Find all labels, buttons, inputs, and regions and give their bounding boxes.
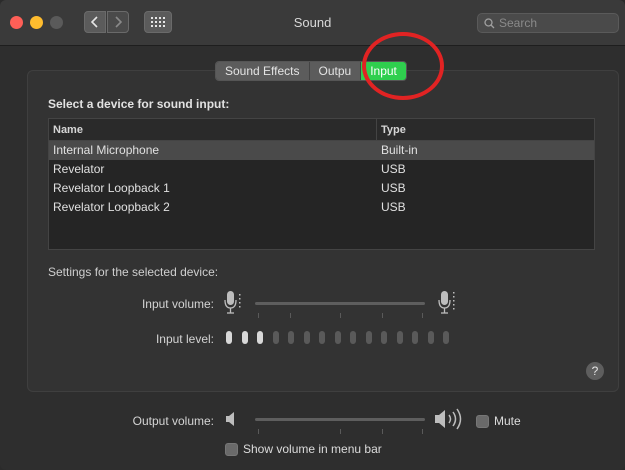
table-header: Name Type — [49, 119, 594, 141]
input-level-label: Input level: — [155, 332, 214, 346]
tab-sound-effects[interactable]: Sound Effects — [216, 62, 310, 80]
table-row[interactable]: Revelator Loopback 1 USB — [49, 179, 594, 198]
level-segment — [257, 331, 263, 344]
table-row[interactable]: Revelator USB — [49, 160, 594, 179]
level-segment — [241, 331, 248, 344]
search-field[interactable] — [477, 13, 619, 33]
level-segment — [288, 331, 294, 344]
device-name: Internal Microphone — [53, 143, 160, 157]
level-segment — [334, 331, 341, 344]
level-segment — [427, 331, 434, 344]
level-segment — [396, 331, 403, 344]
speaker-high-icon — [435, 408, 462, 430]
device-type: USB — [381, 162, 406, 176]
mute-checkbox[interactable] — [476, 415, 489, 428]
device-name: Revelator Loopback 2 — [53, 200, 170, 214]
device-name: Revelator Loopback 1 — [53, 181, 170, 195]
device-list-heading: Select a device for sound input: — [48, 97, 230, 111]
show-volume-label: Show volume in menu bar — [243, 442, 382, 456]
device-type: USB — [381, 181, 406, 195]
title-bar: Sound — [0, 0, 625, 46]
sound-preferences-window: Sound Sound Effects Outpu Input Select a… — [0, 0, 625, 470]
speaker-low-icon — [226, 412, 234, 426]
device-type: Built-in — [381, 143, 418, 157]
show-volume-checkbox[interactable] — [225, 443, 238, 456]
level-segment — [226, 331, 232, 344]
annotation-circle — [362, 32, 444, 100]
microphone-high-icon — [438, 291, 455, 314]
device-name: Revelator — [53, 162, 105, 176]
help-button[interactable]: ? — [586, 362, 604, 380]
level-segment — [412, 331, 418, 344]
level-segment — [319, 331, 325, 344]
table-row[interactable]: Revelator Loopback 2 USB — [49, 198, 594, 217]
level-segment — [381, 331, 387, 344]
settings-heading: Settings for the selected device: — [48, 265, 219, 279]
column-header-type[interactable]: Type — [376, 119, 594, 140]
mute-label: Mute — [494, 414, 521, 428]
input-volume-label: Input volume: — [141, 297, 214, 311]
column-header-name[interactable]: Name — [49, 119, 376, 140]
table-row[interactable]: Internal Microphone Built-in — [49, 141, 594, 160]
level-segment — [365, 331, 372, 344]
output-volume-slider[interactable] — [255, 411, 425, 431]
level-segment — [350, 331, 356, 344]
output-volume-label: Output volume: — [132, 414, 214, 428]
search-input[interactable] — [499, 16, 609, 30]
tab-output[interactable]: Outpu — [309, 62, 362, 80]
level-segment — [443, 331, 449, 344]
search-icon — [484, 17, 495, 28]
device-type: USB — [381, 200, 406, 214]
input-volume-slider[interactable] — [255, 295, 425, 315]
level-segment — [303, 331, 310, 344]
microphone-low-icon — [224, 291, 241, 314]
device-table[interactable]: Name Type Internal Microphone Built-in R… — [48, 118, 595, 250]
level-segment — [272, 331, 279, 344]
